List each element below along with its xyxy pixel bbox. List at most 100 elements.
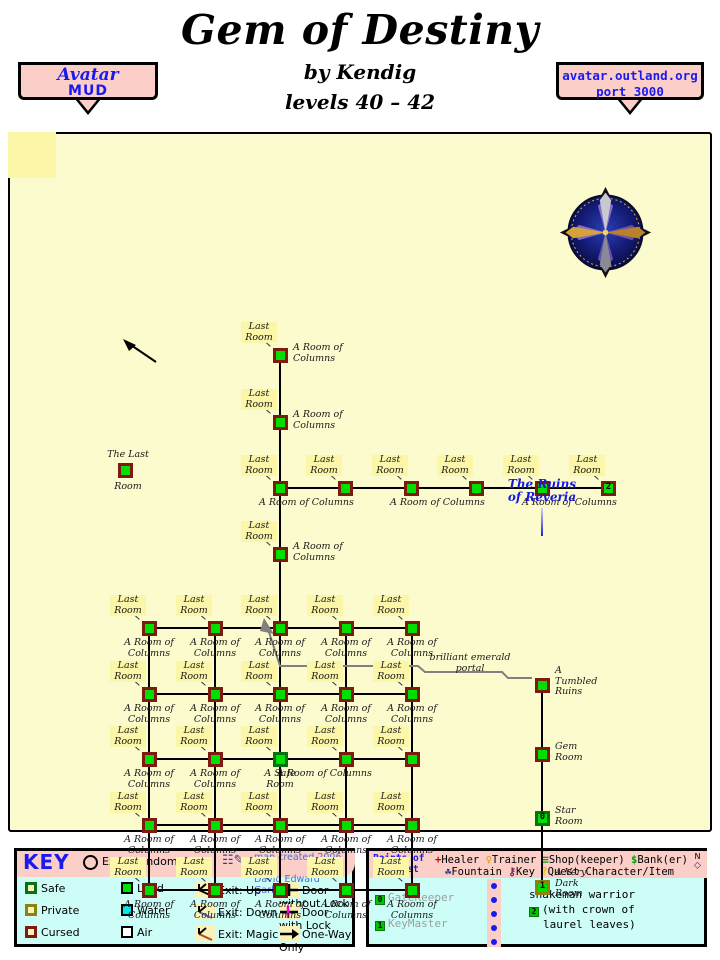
key-item-private: Private <box>25 904 79 917</box>
label-line: A Room of Columns <box>259 497 354 508</box>
map-room[interactable] <box>273 818 288 833</box>
banner-right-line2: port 3000 <box>596 84 664 99</box>
map-room[interactable] <box>142 818 157 833</box>
exit-label: Last Room <box>241 594 277 616</box>
map-room[interactable] <box>405 818 420 833</box>
label-line: Columns <box>127 778 171 790</box>
label-line: A Room of <box>255 703 305 714</box>
label-line: Room <box>114 481 142 492</box>
key-label: Private <box>41 904 80 917</box>
map-room[interactable]: 0 <box>535 811 550 826</box>
room-name: A Room of Columns <box>383 703 441 725</box>
terrain-swatch-icon <box>121 882 133 894</box>
key-item-one-way-arrow-icon: One-Way Only <box>279 926 352 954</box>
map-room[interactable] <box>535 747 550 762</box>
map-room[interactable] <box>339 883 354 898</box>
label-line: Columns <box>193 778 237 790</box>
map-room[interactable] <box>339 687 354 702</box>
map-room[interactable] <box>273 621 288 636</box>
map-room[interactable] <box>208 687 223 702</box>
map-room[interactable] <box>338 481 353 496</box>
label-line: Columns <box>127 844 171 856</box>
label-line: A Room of <box>387 899 437 910</box>
map-room[interactable] <box>273 415 288 430</box>
room-name: A Room of Columns <box>186 834 244 856</box>
room-name: A Room of Columns <box>383 899 441 921</box>
label-line: Last <box>183 725 205 736</box>
label-line: A Room of <box>255 637 305 648</box>
label-line: Last <box>117 594 139 605</box>
tumbled-ruins-label: A Tumbled Ruins <box>555 665 597 698</box>
room-name: A Room of Columns <box>293 541 343 563</box>
map-room[interactable] <box>404 481 419 496</box>
map-room[interactable] <box>535 678 550 693</box>
label-line: Room <box>376 464 404 476</box>
poi-legend-row-1: +Healer ♀Trainer ≡Shop(keeper) $Bank(er) <box>435 854 688 866</box>
label-line: Last <box>248 520 270 531</box>
map-room[interactable] <box>142 752 157 767</box>
map-room[interactable] <box>273 687 288 702</box>
label-line: Room <box>245 604 273 616</box>
poi-dot <box>491 939 497 945</box>
map-room[interactable] <box>208 818 223 833</box>
label-line: Room <box>245 735 273 747</box>
label-line: Last <box>380 856 402 867</box>
map-room[interactable] <box>208 752 223 767</box>
map-room[interactable] <box>208 621 223 636</box>
label-line: Room <box>245 801 273 813</box>
room-name: A Room of Columns <box>317 834 375 856</box>
map-room[interactable] <box>142 621 157 636</box>
label-line: A Room of <box>124 768 174 779</box>
map-room[interactable] <box>405 687 420 702</box>
poi-legend-label: Key <box>515 866 542 878</box>
room-marker: 0 <box>539 812 546 822</box>
label-line: A Room of <box>321 834 371 845</box>
map-room[interactable] <box>273 481 288 496</box>
label-line: A Room of <box>321 637 371 648</box>
map-corridor <box>541 684 543 886</box>
label-line: Columns <box>390 909 434 921</box>
label-line: Room <box>245 464 273 476</box>
room-marker: 2 <box>605 482 612 492</box>
map-room[interactable] <box>469 481 484 496</box>
label-line: Room <box>180 604 208 616</box>
map-room[interactable] <box>339 621 354 636</box>
room-swatch-icon <box>25 904 37 916</box>
label-line: Room <box>180 670 208 682</box>
map-room[interactable] <box>339 752 354 767</box>
label-line: Room <box>245 331 273 343</box>
exit-label: Last Room <box>372 454 408 476</box>
map-room[interactable] <box>118 463 133 478</box>
label-line: Room <box>311 866 339 878</box>
label-line: Columns <box>127 647 171 659</box>
label-line: A Room of Columns <box>277 768 372 779</box>
map-room[interactable] <box>405 621 420 636</box>
map-room[interactable] <box>142 883 157 898</box>
map-room[interactable] <box>405 883 420 898</box>
map-room[interactable] <box>405 752 420 767</box>
label-line: Last <box>248 388 270 399</box>
key-label: Exit: Magical <box>218 928 289 941</box>
page-title: Gem of Destiny <box>181 6 539 54</box>
map-room[interactable] <box>273 752 288 767</box>
map-room[interactable] <box>339 818 354 833</box>
exit-label: Last Room <box>241 520 277 542</box>
map-room[interactable] <box>273 547 288 562</box>
label-line: Columns <box>390 844 434 856</box>
label-line: Last <box>183 856 205 867</box>
map-room[interactable] <box>142 687 157 702</box>
map-room[interactable] <box>273 883 288 898</box>
room-marker: 1 <box>539 881 546 891</box>
map-room[interactable] <box>208 883 223 898</box>
star-room-label: Star Room <box>555 805 583 827</box>
exits-randomized-icon <box>83 855 98 870</box>
poi-dot <box>491 925 497 931</box>
label-line: Last <box>248 856 270 867</box>
exit-label: Last Room <box>241 321 277 343</box>
poi-dot <box>491 911 497 917</box>
map-room[interactable]: 2 <box>601 481 616 496</box>
map-room[interactable]: 1 <box>535 880 550 895</box>
map-room[interactable] <box>273 348 288 363</box>
label-line: Last <box>117 791 139 802</box>
label-line: Room <box>310 464 338 476</box>
